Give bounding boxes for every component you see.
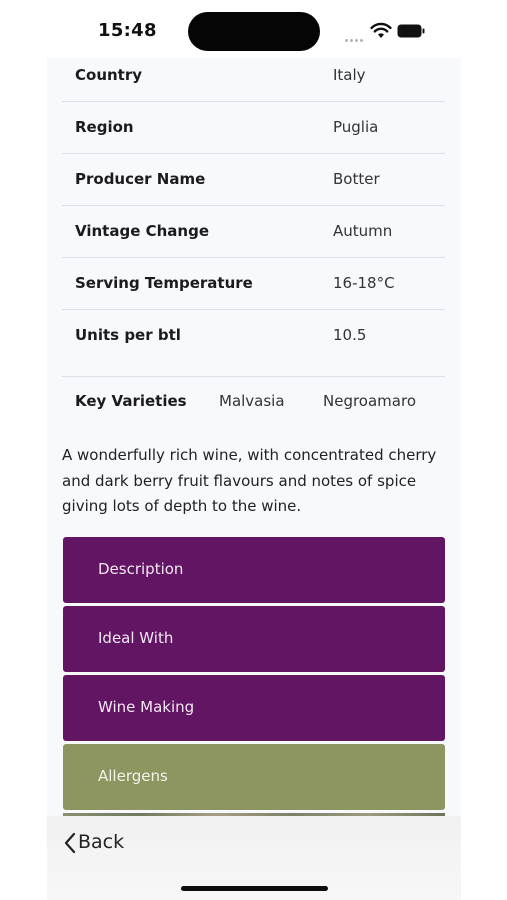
home-indicator[interactable] xyxy=(181,886,328,891)
bottom-navigation-bar: Back xyxy=(47,816,461,900)
info-label: Country xyxy=(75,66,143,84)
wifi-icon xyxy=(370,22,392,38)
accordion: Description Ideal With Wine Making Aller… xyxy=(63,537,445,823)
info-label: Vintage Change xyxy=(75,222,209,240)
accordion-allergens-button[interactable]: Allergens xyxy=(63,744,445,810)
accordion-label: Ideal With xyxy=(98,629,174,647)
info-value: Botter xyxy=(333,170,380,188)
clock: 15:48 xyxy=(98,20,157,41)
battery-icon xyxy=(397,24,425,38)
info-row-temperature: Serving Temperature 16-18°C xyxy=(62,258,445,310)
key-varieties-label: Key Varieties xyxy=(75,392,187,410)
phone-screen: Country Italy Region Puglia Producer Nam… xyxy=(47,0,461,900)
info-value: 10.5 xyxy=(333,326,367,344)
info-label: Region xyxy=(75,118,134,136)
dynamic-island xyxy=(188,12,320,51)
variety-item: Malvasia xyxy=(219,392,285,410)
back-label: Back xyxy=(78,831,125,853)
info-label: Units per btl xyxy=(75,326,181,344)
status-bar: 15:48 xyxy=(47,0,461,58)
accordion-wine-making-button[interactable]: Wine Making xyxy=(63,675,445,741)
info-row-region: Region Puglia xyxy=(62,102,445,154)
accordion-label: Wine Making xyxy=(98,698,195,716)
info-value: Autumn xyxy=(333,222,393,240)
info-label: Serving Temperature xyxy=(75,274,253,292)
info-row-units: Units per btl 10.5 xyxy=(62,310,445,361)
wine-info-table: Country Italy Region Puglia Producer Nam… xyxy=(62,50,445,361)
chevron-left-icon xyxy=(64,832,76,854)
info-row-producer: Producer Name Botter xyxy=(62,154,445,206)
variety-item: Negroamaro xyxy=(323,392,416,410)
info-label: Producer Name xyxy=(75,170,206,188)
info-value: Puglia xyxy=(333,118,379,136)
cellular-signal-icon xyxy=(345,30,367,42)
info-value: Italy xyxy=(333,66,366,84)
accordion-description-button[interactable]: Description xyxy=(63,537,445,603)
wine-description: A wonderfully rich wine, with concentrat… xyxy=(62,446,437,515)
key-varieties-row: Key Varieties Malvasia Negroamaro xyxy=(62,377,445,425)
accordion-label: Description xyxy=(98,560,184,578)
info-row-vintage: Vintage Change Autumn xyxy=(62,206,445,258)
accordion-label: Allergens xyxy=(98,767,168,785)
accordion-ideal-with-button[interactable]: Ideal With xyxy=(63,606,445,672)
info-value: 16-18°C xyxy=(333,274,395,292)
